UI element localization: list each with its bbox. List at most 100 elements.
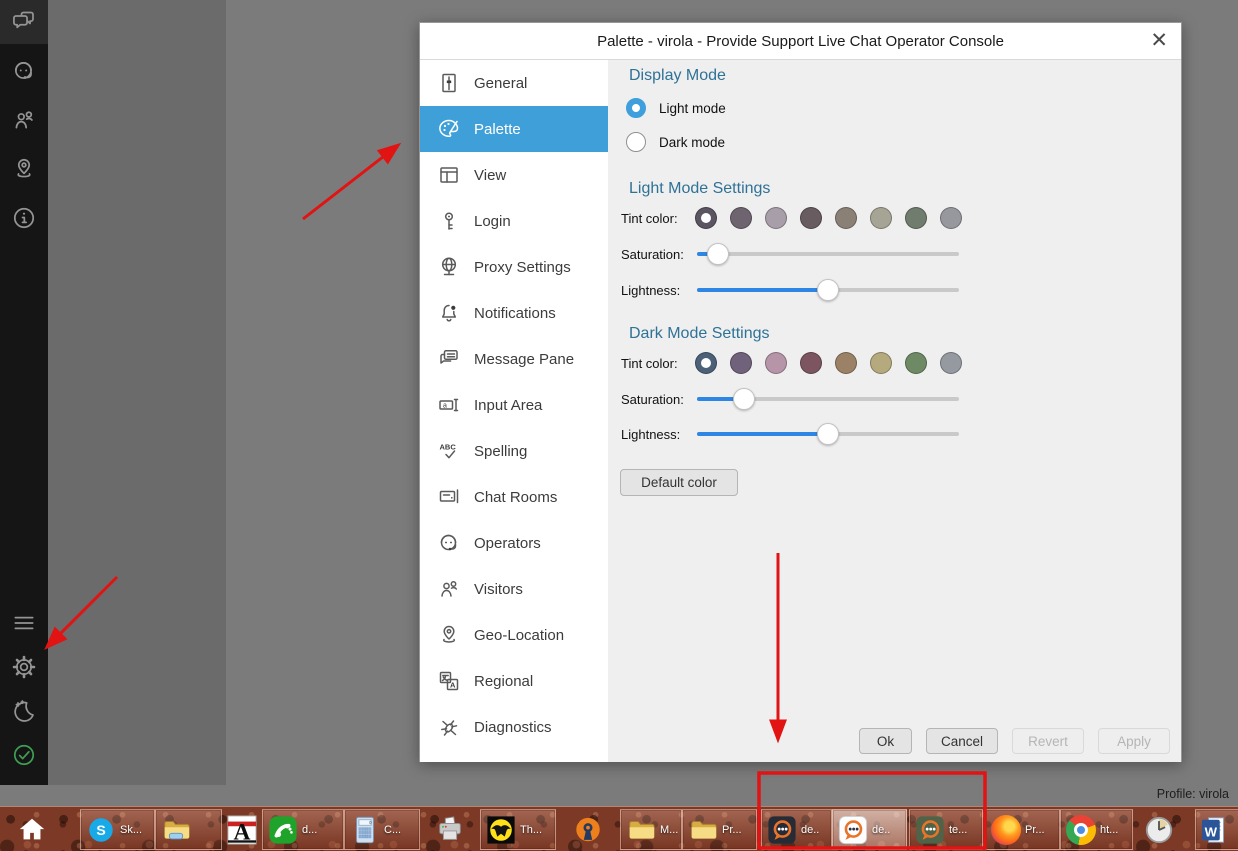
chat-rooms-icon xyxy=(437,485,461,509)
nav-item-view[interactable]: View xyxy=(420,152,608,198)
taskbar-item-printer[interactable] xyxy=(420,809,480,850)
light-mode-radio-row[interactable]: Light mode xyxy=(626,98,726,118)
tint-swatch-selected[interactable] xyxy=(695,352,717,374)
nav-item-visitors[interactable]: Visitors xyxy=(420,566,608,612)
taskbar-item-virola-white[interactable]: de.. xyxy=(832,809,907,850)
tint-swatch[interactable] xyxy=(940,352,962,374)
tint-swatch[interactable] xyxy=(765,207,787,229)
nav-item-label: Regional xyxy=(474,673,533,690)
visitors-icon xyxy=(437,577,461,601)
operators-icon xyxy=(437,531,461,555)
operator-icon[interactable] xyxy=(0,49,48,93)
status-online-check-icon[interactable] xyxy=(0,733,48,777)
slider-handle[interactable] xyxy=(733,388,755,410)
regional-icon: A xyxy=(437,669,461,693)
tint-swatch[interactable] xyxy=(905,352,927,374)
tint-swatch[interactable] xyxy=(870,207,892,229)
dialog-footer: OkCancelRevertApply xyxy=(859,728,1170,754)
cancel-button[interactable]: Cancel xyxy=(926,728,998,754)
tint-swatch[interactable] xyxy=(730,352,752,374)
dark-saturation-slider[interactable] xyxy=(697,388,959,410)
nav-item-input-area[interactable]: aInput Area xyxy=(420,382,608,428)
dialog-title: Palette - virola - Provide Support Live … xyxy=(597,33,1004,50)
light-mode-radio-label: Light mode xyxy=(659,101,726,116)
tint-swatch[interactable] xyxy=(835,207,857,229)
tint-swatch-selected[interactable] xyxy=(695,207,717,229)
slider-handle[interactable] xyxy=(817,279,839,301)
slider-handle[interactable] xyxy=(707,243,729,265)
proxy-icon xyxy=(437,255,461,279)
taskbar-item-the-bat[interactable]: Th... xyxy=(480,809,556,850)
taskbar-item-letter-a[interactable]: A xyxy=(221,809,262,850)
taskbar-item-word[interactable]: W xyxy=(1195,809,1238,850)
nav-item-label: Diagnostics xyxy=(474,719,552,736)
close-icon[interactable]: ✕ xyxy=(1150,28,1168,54)
nav-item-palette[interactable]: Palette xyxy=(420,106,608,152)
annotation-arrow-palette xyxy=(303,146,397,219)
nav-item-general[interactable]: General xyxy=(420,60,608,106)
slider-handle[interactable] xyxy=(817,423,839,445)
taskbar-item-label: te... xyxy=(949,824,967,836)
chrome-icon xyxy=(1066,815,1096,845)
nav-item-chat-rooms[interactable]: Chat Rooms xyxy=(420,474,608,520)
nav-item-diagnostics[interactable]: Diagnostics xyxy=(420,704,608,750)
diagnostics-icon xyxy=(437,715,461,739)
tint-swatch[interactable] xyxy=(870,352,892,374)
geo-location-icon[interactable] xyxy=(0,147,48,191)
taskbar-item-virola-dark[interactable]: de.. xyxy=(761,809,832,850)
taskbar-item-label: de.. xyxy=(872,824,890,836)
settings-gear-icon[interactable] xyxy=(0,645,48,689)
geo-location-icon xyxy=(437,623,461,647)
visitors-icon[interactable] xyxy=(0,98,48,142)
taskbar-item-calculator[interactable]: 0C... xyxy=(344,809,420,850)
nav-item-notifications[interactable]: Notifications xyxy=(420,290,608,336)
taskbar-item-virola-green[interactable]: te... xyxy=(909,809,983,850)
tint-swatch[interactable] xyxy=(905,207,927,229)
svg-text:ABC: ABC xyxy=(440,443,457,452)
tint-swatch[interactable] xyxy=(800,207,822,229)
svg-text:W: W xyxy=(1205,824,1218,839)
dark-settings-heading: Dark Mode Settings xyxy=(629,325,770,343)
nav-item-login[interactable]: Login xyxy=(420,198,608,244)
default-color-button[interactable]: Default color xyxy=(620,469,738,496)
nav-item-regional[interactable]: A Regional xyxy=(420,658,608,704)
taskbar-item-folder-pr[interactable]: Pr... xyxy=(682,809,757,850)
taskbar-item-green-app[interactable]: d... xyxy=(262,809,344,850)
tint-swatch[interactable] xyxy=(940,207,962,229)
info-icon[interactable] xyxy=(0,196,48,240)
taskbar-item-explorer[interactable] xyxy=(155,809,222,850)
taskbar-item-clock[interactable] xyxy=(1133,809,1185,850)
green-app-icon xyxy=(268,815,298,845)
taskbar-item-home[interactable] xyxy=(6,809,58,850)
ok-button[interactable]: Ok xyxy=(859,728,912,754)
tint-swatch[interactable] xyxy=(765,352,787,374)
nav-item-spelling[interactable]: ABCSpelling xyxy=(420,428,608,474)
word-icon: W xyxy=(1201,815,1231,845)
taskbar-item-openvpn[interactable] xyxy=(556,809,620,850)
light-mode-radio[interactable] xyxy=(626,98,646,118)
nav-item-geo-location[interactable]: Geo-Location xyxy=(420,612,608,658)
light-saturation-slider[interactable] xyxy=(697,243,959,265)
tint-swatch[interactable] xyxy=(730,207,752,229)
login-icon xyxy=(437,209,461,233)
dark-mode-radio-row[interactable]: Dark mode xyxy=(626,132,725,152)
settings-dialog: Palette - virola - Provide Support Live … xyxy=(419,22,1182,762)
light-tint-swatches xyxy=(695,207,962,229)
taskbar-item-skype[interactable]: SSk... xyxy=(80,809,155,850)
taskbar-item-firefox[interactable]: Pr... xyxy=(985,809,1060,850)
light-lightness-slider[interactable] xyxy=(697,279,959,301)
tint-swatch[interactable] xyxy=(835,352,857,374)
dark-mode-radio[interactable] xyxy=(626,132,646,152)
taskbar-item-folder-m[interactable]: M... xyxy=(620,809,682,850)
message-pane-icon xyxy=(437,347,461,371)
nav-item-message-pane[interactable]: Message Pane xyxy=(420,336,608,382)
menu-icon[interactable] xyxy=(0,601,48,645)
dark-lightness-slider[interactable] xyxy=(697,423,959,445)
tint-swatch[interactable] xyxy=(800,352,822,374)
nav-item-proxy[interactable]: Proxy Settings xyxy=(420,244,608,290)
dark-mode-moon-icon[interactable] xyxy=(0,689,48,733)
nav-item-operators[interactable]: Operators xyxy=(420,520,608,566)
chats-icon[interactable] xyxy=(0,0,48,44)
taskbar-item-chrome[interactable]: ht... xyxy=(1060,809,1133,850)
dark-lightness-label: Lightness: xyxy=(621,427,680,442)
